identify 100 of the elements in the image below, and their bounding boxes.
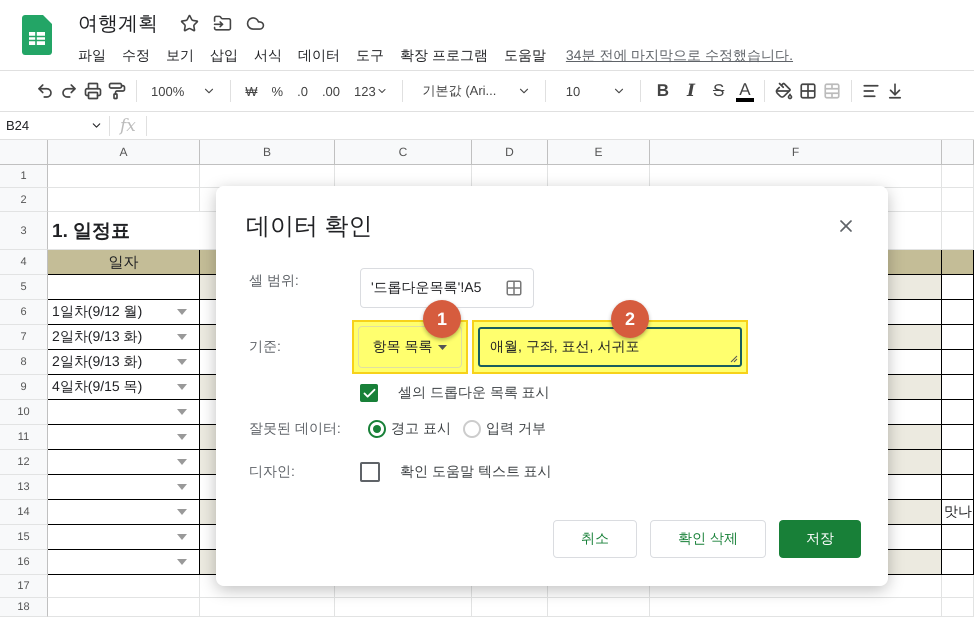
font-size-dropdown[interactable]: 10: [556, 80, 630, 102]
font-dropdown[interactable]: 기본값 (Ari...: [412, 78, 535, 104]
document-title[interactable]: 여행계획: [78, 10, 158, 37]
grid-cell[interactable]: [48, 525, 200, 550]
checkbox[interactable]: [360, 384, 378, 402]
grid-cell[interactable]: [48, 400, 200, 425]
menu-item[interactable]: 수정: [114, 43, 158, 69]
dialog-button[interactable]: 확인 삭제: [650, 520, 766, 558]
grid-cell[interactable]: [942, 375, 974, 400]
grid-cell[interactable]: [942, 475, 974, 500]
grid-cell[interactable]: [48, 425, 200, 450]
grid-cell[interactable]: [942, 425, 974, 450]
grid-cell[interactable]: 2일차(9/13 화): [48, 325, 200, 350]
menu-item[interactable]: 도움말: [496, 43, 554, 69]
grid-cell[interactable]: [942, 300, 974, 325]
save-button[interactable]: 저장: [779, 520, 861, 558]
dropdown-arrow-icon[interactable]: [177, 484, 187, 490]
fill-color-icon[interactable]: [774, 82, 793, 100]
merge-cells-icon[interactable]: [822, 82, 841, 100]
grid-cell[interactable]: 맛나: [942, 500, 974, 525]
cell-text: 4일차(9/15 목): [52, 378, 142, 396]
dropdown-arrow-icon[interactable]: [177, 559, 187, 565]
dialog-button[interactable]: 취소: [553, 520, 638, 558]
paint-format-icon[interactable]: [108, 82, 126, 100]
star-icon[interactable]: [180, 14, 199, 33]
increase-decimal-button[interactable]: .00: [318, 80, 344, 102]
grid-cell[interactable]: 4일차(9/15 목): [48, 375, 200, 400]
grid-cell[interactable]: 1일차(9/12 월): [48, 300, 200, 325]
row-number: 18: [0, 598, 48, 617]
grid-cell[interactable]: [942, 350, 974, 375]
column-header[interactable]: B: [200, 140, 335, 165]
cloud-icon[interactable]: [246, 14, 265, 33]
grid-cell[interactable]: [48, 450, 200, 475]
dropdown-arrow-icon[interactable]: [177, 309, 187, 315]
redo-icon[interactable]: [60, 82, 78, 100]
menu-item[interactable]: 삽입: [202, 43, 246, 69]
grid-icon[interactable]: [505, 279, 523, 297]
menu-item[interactable]: 데이터: [290, 43, 348, 69]
radio-label: 입력 거부: [486, 420, 546, 438]
menu-item[interactable]: 도구: [348, 43, 392, 69]
print-icon[interactable]: [84, 82, 102, 100]
grid-cell[interactable]: [48, 275, 200, 300]
italic-button[interactable]: I: [681, 81, 701, 101]
checkbox[interactable]: [360, 462, 380, 482]
column-header[interactable]: F: [650, 140, 942, 165]
decrease-decimal-button[interactable]: .0: [293, 80, 312, 102]
menu-item[interactable]: 확장 프로그램: [392, 43, 496, 69]
dropdown-arrow-icon[interactable]: [177, 334, 187, 340]
dropdown-arrow-icon[interactable]: [177, 534, 187, 540]
row-number: 4: [0, 250, 48, 275]
column-header[interactable]: A: [48, 140, 200, 165]
strikethrough-button[interactable]: S: [706, 81, 730, 101]
number-format-dropdown[interactable]: 123: [350, 80, 392, 102]
grid-cell[interactable]: [48, 500, 200, 525]
list-items-field[interactable]: 애월, 구좌, 표선, 서귀포: [478, 327, 742, 367]
percent-button[interactable]: %: [268, 80, 288, 102]
currency-button[interactable]: ₩: [241, 80, 262, 102]
zoom-dropdown[interactable]: 100%: [147, 80, 220, 102]
corner-cell[interactable]: [0, 140, 48, 165]
grid-cell[interactable]: 2일차(9/13 화): [48, 350, 200, 375]
column-header[interactable]: C: [335, 140, 472, 165]
grid-cell[interactable]: 일자: [48, 250, 200, 275]
grid-cell[interactable]: [942, 450, 974, 475]
grid-cell[interactable]: [942, 250, 974, 275]
folder-icon[interactable]: [213, 14, 232, 33]
dropdown-arrow-icon[interactable]: [177, 434, 187, 440]
undo-icon[interactable]: [36, 82, 54, 100]
grid-cell[interactable]: [942, 400, 974, 425]
row-number: 3: [0, 212, 48, 250]
grid-cell[interactable]: [942, 550, 974, 575]
column-header[interactable]: [942, 140, 974, 165]
grid-cell[interactable]: [48, 550, 200, 575]
range-field[interactable]: '드롭다운목록'!A5: [360, 268, 534, 308]
menu-item[interactable]: 보기: [158, 43, 202, 69]
align-icon[interactable]: [862, 82, 880, 100]
borders-icon[interactable]: [798, 82, 817, 100]
sheet-title: 1. 일정표: [52, 220, 130, 244]
grid-cell[interactable]: [942, 525, 974, 550]
dropdown-arrow-icon[interactable]: [177, 459, 187, 465]
grid-cell[interactable]: [48, 475, 200, 500]
dropdown-arrow-icon[interactable]: [177, 384, 187, 390]
dropdown-arrow-icon[interactable]: [177, 409, 187, 415]
menu-item[interactable]: 서식: [246, 43, 290, 69]
radio-button[interactable]: [368, 420, 386, 438]
name-box[interactable]: B24: [0, 116, 110, 136]
cell-text: 2일차(9/13 화): [52, 353, 142, 371]
last-edit-link[interactable]: 34분 전에 마지막으로 수정했습니다.: [566, 47, 794, 65]
bold-button[interactable]: B: [650, 81, 675, 101]
number-badge: 1: [423, 300, 461, 338]
row-number: 15: [0, 525, 48, 550]
grid-cell[interactable]: [942, 325, 974, 350]
dropdown-arrow-icon[interactable]: [177, 359, 187, 365]
text-color-button[interactable]: A: [736, 80, 754, 102]
grid-cell[interactable]: [942, 275, 974, 300]
menu-item[interactable]: 파일: [78, 43, 114, 69]
field-label: 기준:: [249, 338, 282, 356]
dropdown-arrow-icon[interactable]: [177, 509, 187, 515]
column-header[interactable]: E: [548, 140, 650, 165]
row-number: 14: [0, 500, 48, 525]
column-header[interactable]: D: [472, 140, 548, 165]
